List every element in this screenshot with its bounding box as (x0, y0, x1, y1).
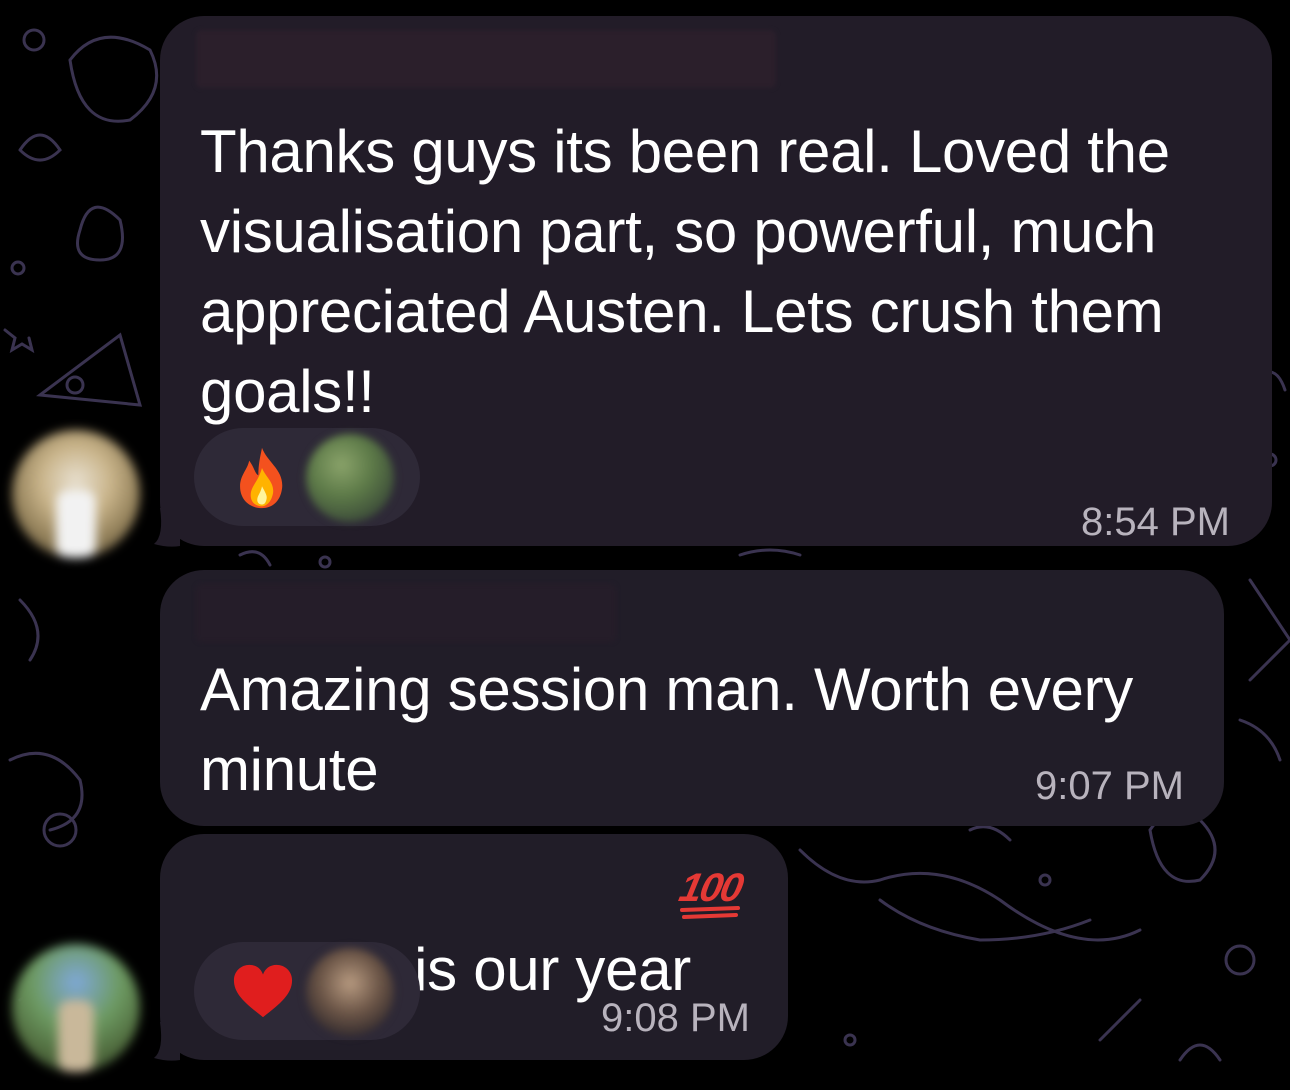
message-timestamp: 9:07 PM (1035, 764, 1184, 808)
hundred-points-emoji: 100 (675, 866, 746, 920)
reactor-avatar[interactable] (306, 434, 394, 522)
message-bubble[interactable]: Thanks guys its been real. Loved the vis… (160, 16, 1272, 546)
message-bubble[interactable]: Amazing session man. Worth every minute … (160, 570, 1224, 826)
hundred-points-digits: 100 (675, 866, 746, 910)
message-timestamp: 9:08 PM (601, 996, 750, 1040)
reactions-bar[interactable] (194, 428, 420, 526)
reactor-avatar[interactable] (306, 948, 394, 1036)
bubble-tail (154, 508, 180, 547)
red-heart-emoji (233, 964, 293, 1018)
sender-name-redacted (196, 30, 776, 88)
message-text: Thanks guys its been real. Loved the vis… (200, 118, 1170, 425)
message-timestamp: 8:54 PM (1081, 500, 1230, 544)
sender-name-redacted (196, 584, 616, 642)
reactions-bar[interactable] (194, 942, 420, 1040)
sender-avatar[interactable] (12, 430, 140, 558)
fire-emoji (240, 447, 283, 509)
sender-avatar[interactable] (12, 944, 140, 1072)
bubble-tail (154, 1022, 180, 1061)
message-bubble[interactable]: 2023 is our year 100 9:08 PM (160, 834, 788, 1060)
message-text: Amazing session man. Worth every minute (200, 656, 1133, 803)
